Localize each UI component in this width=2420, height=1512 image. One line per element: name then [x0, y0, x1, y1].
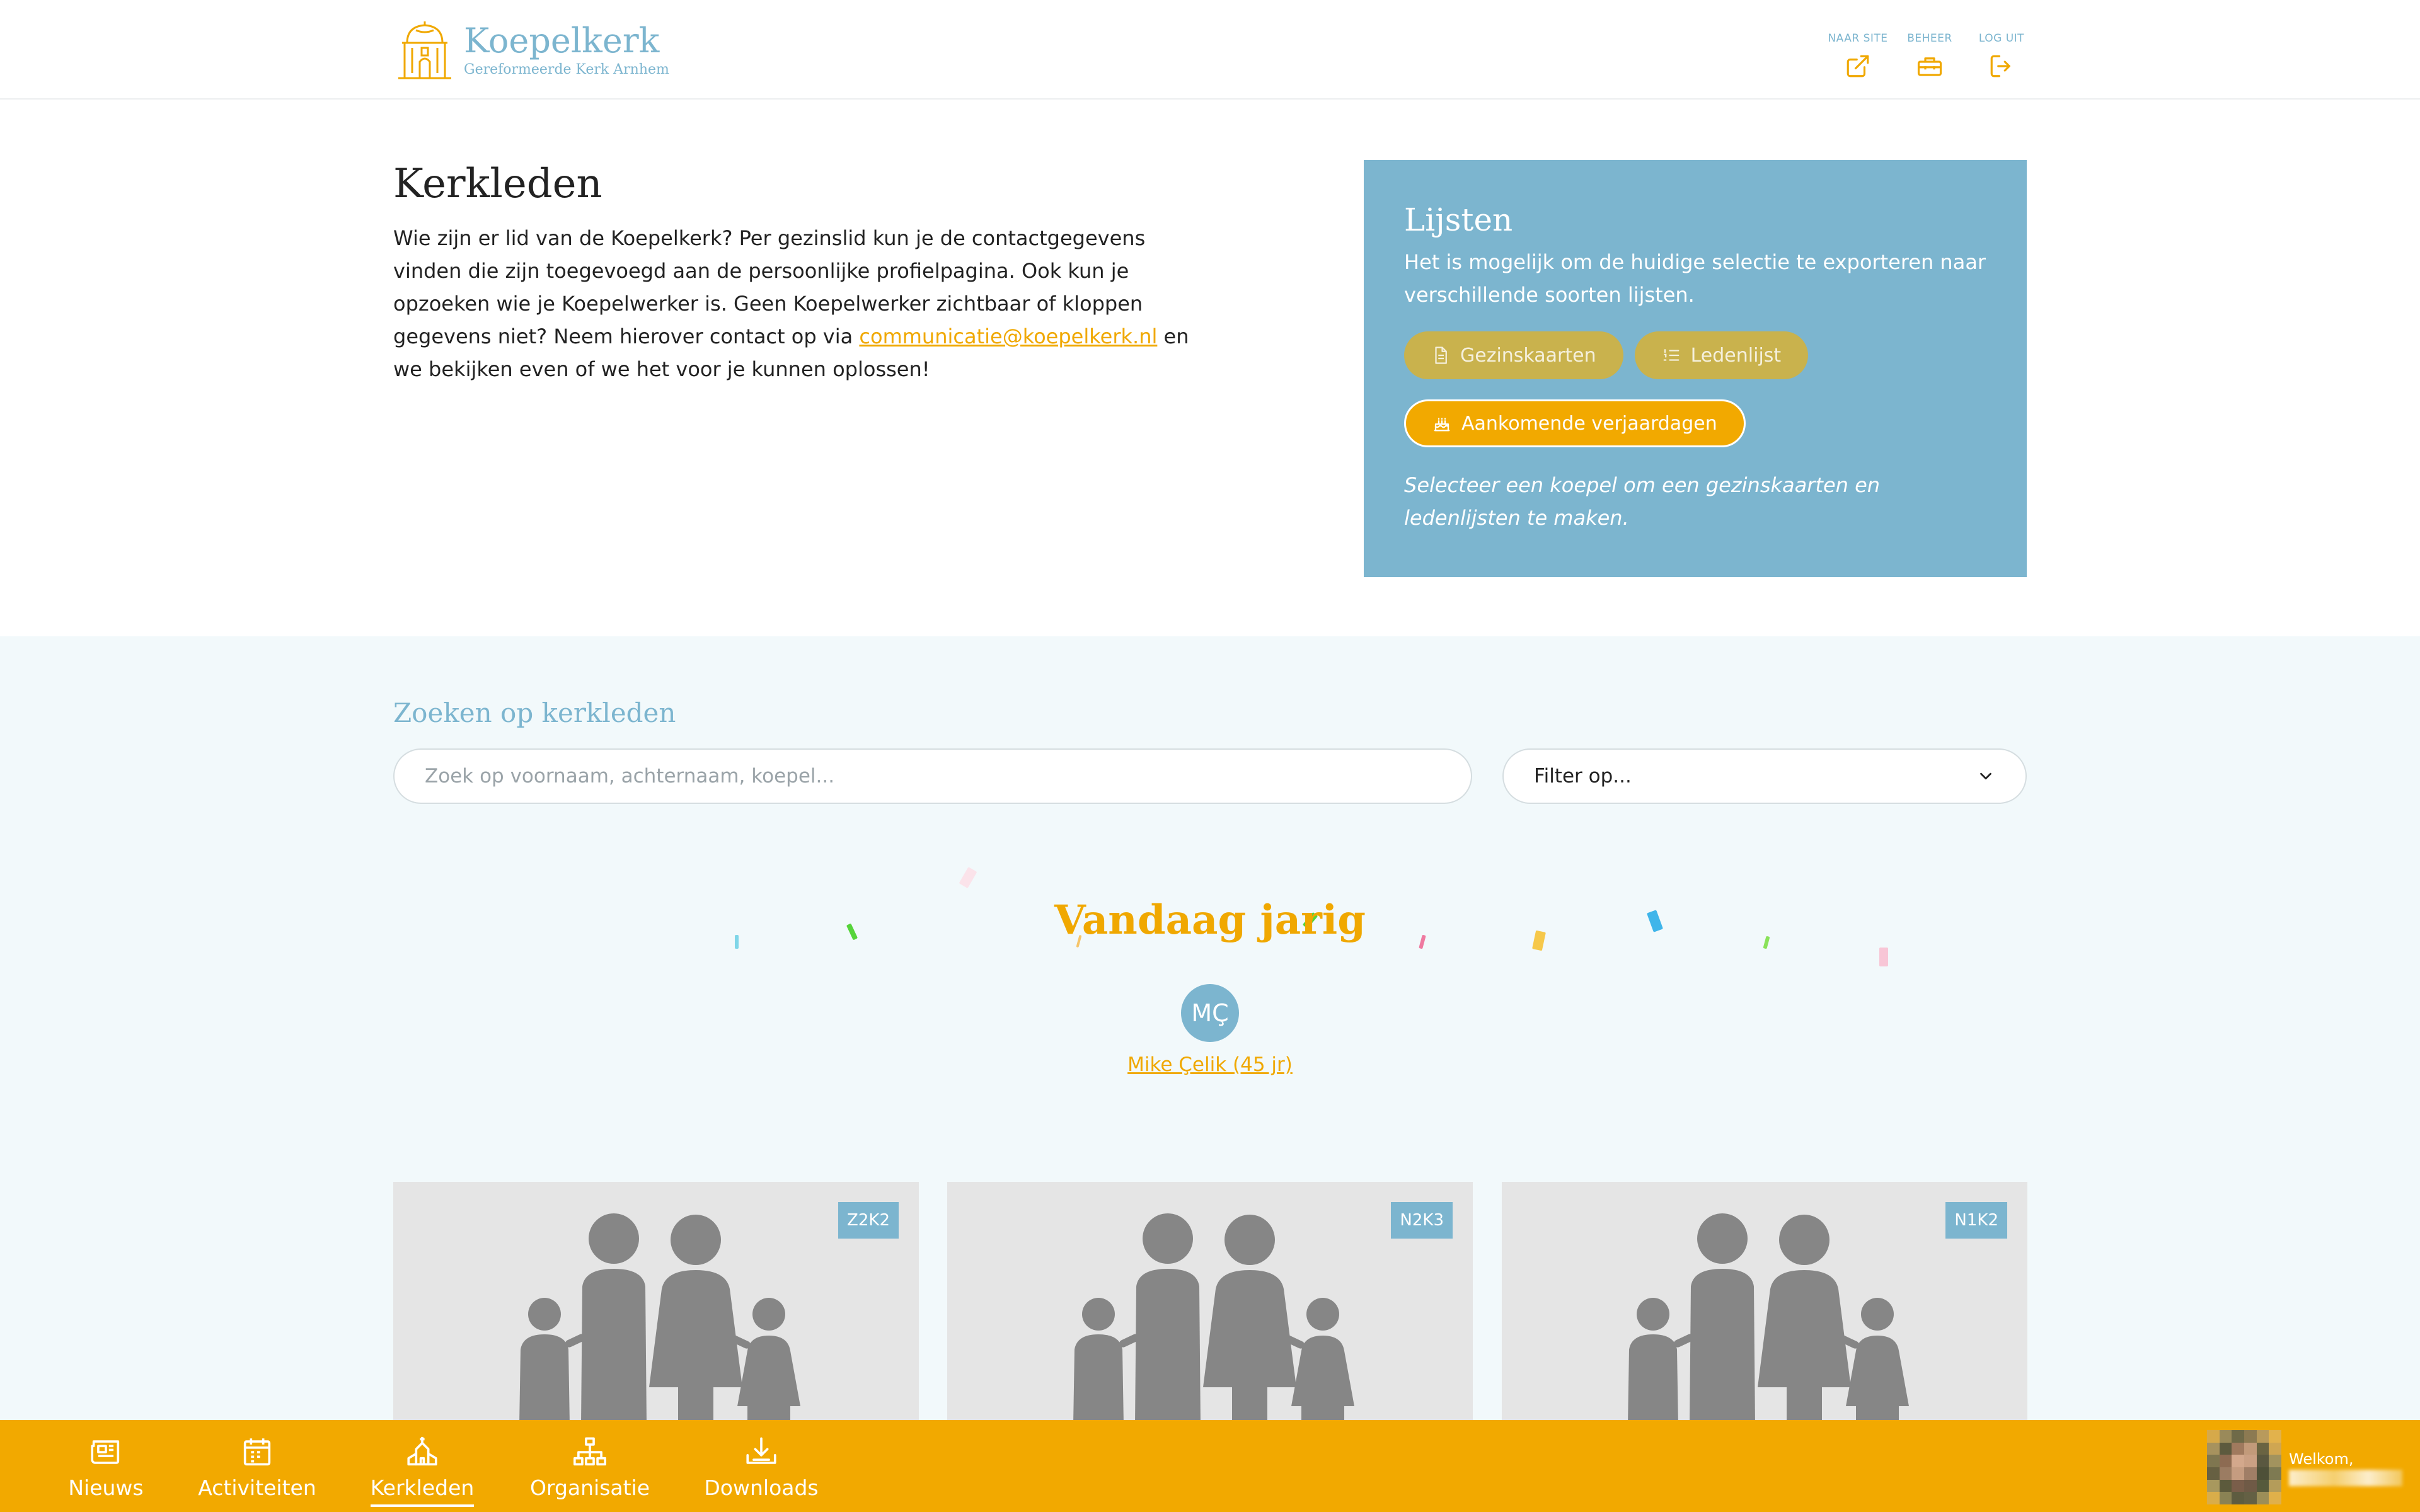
- gezinskaarten-label: Gezinskaarten: [1460, 344, 1596, 367]
- family-card[interactable]: N2K3: [947, 1182, 1473, 1421]
- download-icon: [746, 1437, 776, 1464]
- family-silhouette-icon: [519, 1213, 800, 1421]
- nav-label-downloads: Downloads: [704, 1475, 819, 1500]
- export-buttons: Gezinskaarten Ledenlijst: [1404, 331, 1986, 379]
- filter-dropdown[interactable]: Filter op...: [1502, 748, 2027, 804]
- family-silhouette-icon: [1073, 1213, 1354, 1421]
- nav-item-kerkleden[interactable]: Kerkleden: [371, 1420, 475, 1512]
- logo-title: Koepelkerk: [464, 21, 660, 60]
- nav-label-organisatie: Organisatie: [529, 1475, 650, 1500]
- aankomende-verjaardagen-label: Aankomende verjaardagen: [1461, 412, 1717, 435]
- lists-description: Het is mogelijk om de huidige selectie t…: [1404, 250, 1986, 307]
- newspaper-icon: [91, 1440, 120, 1464]
- koepel-badge: Z2K2: [838, 1202, 899, 1239]
- koepel-badge: N2K3: [1391, 1202, 1453, 1239]
- nav-item-activiteiten[interactable]: Activiteiten: [198, 1420, 316, 1512]
- naar-site-label: NAAR SITE: [1828, 32, 1888, 45]
- user-name-redacted: [2289, 1470, 2402, 1486]
- logo[interactable]: Koepelkerk Gereformeerde Kerk Arnhem: [393, 16, 669, 83]
- birthday-title: Vandaag jarig: [1054, 896, 1366, 944]
- log-uit-label: LOG UIT: [1978, 32, 2025, 45]
- avatar: [2207, 1430, 2281, 1504]
- ledenlijst-button[interactable]: Ledenlijst: [1634, 331, 1809, 379]
- gezinskaarten-button[interactable]: Gezinskaarten: [1404, 331, 1623, 379]
- numbered-list-icon: [1663, 349, 1679, 361]
- family-card[interactable]: Z2K2: [393, 1182, 919, 1421]
- external-link-icon: [1847, 55, 1869, 77]
- nav-label-kerkleden: Kerkleden: [371, 1475, 475, 1507]
- user-menu[interactable]: Welkom,: [2207, 1430, 2402, 1504]
- nav-item-downloads[interactable]: Downloads: [704, 1420, 819, 1512]
- ledenlijst-label: Ledenlijst: [1690, 344, 1782, 367]
- beheer-label: BEHEER: [1907, 32, 1952, 45]
- nav-item-nieuws[interactable]: Nieuws: [68, 1420, 144, 1512]
- church-icon: [407, 1436, 437, 1466]
- page-title: Kerkleden: [393, 161, 602, 207]
- beheer-button[interactable]: BEHEER: [1904, 32, 1955, 79]
- lists-title: Lijsten: [1404, 202, 1513, 238]
- logout-icon: [1990, 55, 2010, 77]
- confetti-piece: [1879, 948, 1888, 966]
- church-dome-logo-icon: [398, 21, 451, 79]
- filter-value: Filter op...: [1534, 765, 1632, 788]
- birthday-cake-icon: [1434, 418, 1450, 432]
- intro-text: Wie zijn er lid van de Koepelkerk? Per g…: [393, 222, 1200, 386]
- logo-subtitle: Gereformeerde Kerk Arnhem: [464, 62, 669, 77]
- intro-section: Kerkleden Wie zijn er lid van de Koepelk…: [393, 158, 1200, 386]
- birthday-avatar[interactable]: MÇ: [1181, 984, 1239, 1042]
- nav-label-nieuws: Nieuws: [68, 1475, 144, 1500]
- top-header: Koepelkerk Gereformeerde Kerk Arnhem NAA…: [0, 0, 2420, 100]
- org-chart-icon: [573, 1437, 606, 1466]
- nav-item-organisatie[interactable]: Organisatie: [529, 1420, 650, 1512]
- aankomende-verjaardagen-button[interactable]: Aankomende verjaardagen: [1404, 399, 1746, 447]
- bottom-navigation: Nieuws Activiteiten Kerkleden Organisati…: [0, 1420, 2420, 1512]
- search-input[interactable]: [393, 748, 1472, 804]
- document-icon: [1435, 346, 1447, 364]
- contact-email-link[interactable]: communicatie@koepelkerk.nl: [859, 324, 1157, 348]
- family-silhouette-icon: [1628, 1213, 1909, 1421]
- calendar-icon: [243, 1438, 271, 1466]
- welcome-label: Welkom,: [2289, 1450, 2354, 1468]
- naar-site-button[interactable]: NAAR SITE: [1828, 32, 1887, 79]
- top-actions: NAAR SITE BEHEER LOG UIT: [1828, 32, 2027, 79]
- nav-label-activiteiten: Activiteiten: [198, 1475, 316, 1500]
- lists-panel: Lijsten Het is mogelijk om de huidige se…: [1364, 160, 2027, 577]
- family-card[interactable]: N1K2: [1502, 1182, 2027, 1421]
- log-uit-button[interactable]: LOG UIT: [1976, 32, 2027, 79]
- birthday-person-link[interactable]: Mike Çelik (45 jr): [1127, 1053, 1293, 1076]
- chevron-down-icon: [1980, 772, 1991, 780]
- birthday-person: Mike Çelik (45 jr): [0, 1051, 2420, 1079]
- toolbox-icon: [1917, 57, 1942, 76]
- koepel-badge: N1K2: [1945, 1202, 2007, 1239]
- lists-note: Selecteer een koepel om een gezinskaarte…: [1404, 473, 1881, 530]
- search-title: Zoeken op kerkleden: [393, 697, 676, 728]
